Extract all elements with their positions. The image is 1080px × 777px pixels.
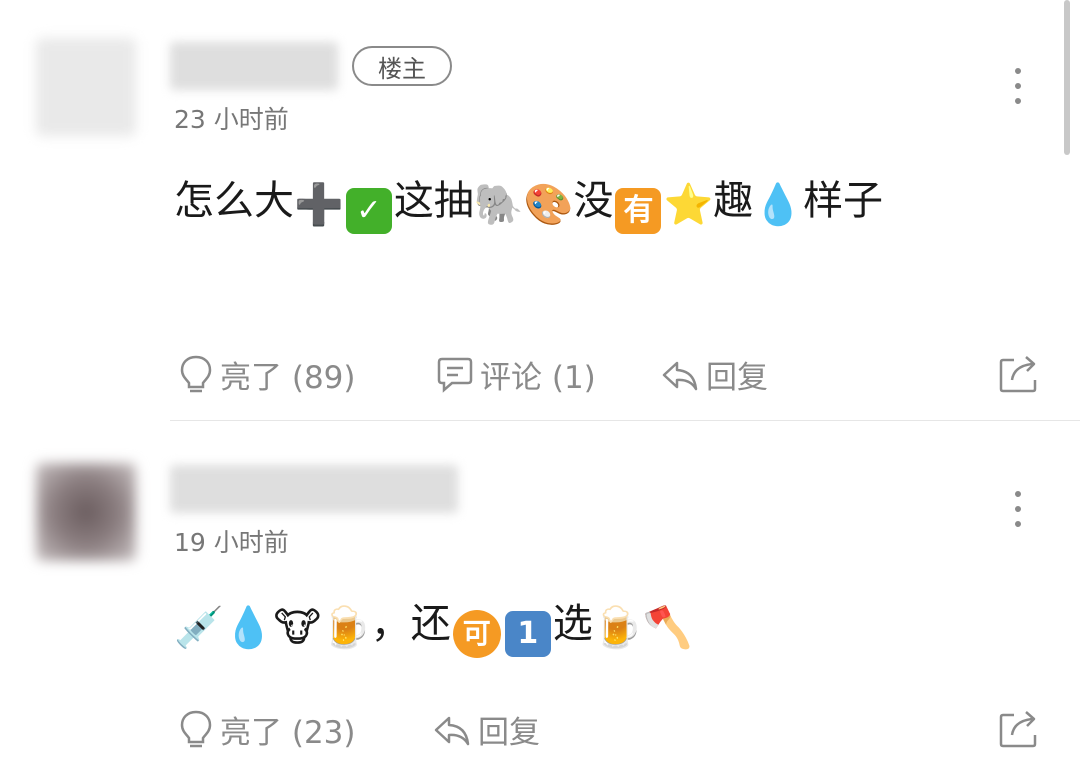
scrollbar[interactable] [1064,0,1070,155]
content-text: ，还 [370,601,451,647]
share-button[interactable] [998,352,1046,394]
keycap-one-emoji: 1 [504,611,551,657]
droplet-emoji: 💧 [753,182,804,228]
comment-item: 楼主 23 小时前 怎么大➕ ✓ 这抽🐘🎨没有 ⭐趣💧样子 亮了 (89) 评论 (1… [0,0,1080,421]
content-text: 样子 [803,178,884,224]
username-blurred[interactable] [170,465,458,513]
comment-item: 19 小时前 💉💧🐮🍺，还可 1 选🍺🪓 亮了 (23) 回复 [0,421,1080,777]
axe-emoji: 🪓 [642,605,693,651]
more-options-button[interactable] [1006,491,1030,527]
comment-content: 怎么大➕ ✓ 这抽🐘🎨没有 ⭐趣💧样子 [174,168,1034,234]
content-text: 趣 [713,178,754,224]
palette-emoji: 🎨 [523,182,574,228]
post-time: 23 小时前 [174,105,289,134]
reply-button[interactable]: 回复 [660,352,768,397]
reply-label: 回复 [706,360,768,396]
avatar[interactable] [36,463,136,561]
like-count-label: 亮了 (23) [220,715,356,751]
like-count-label: 亮了 (89) [220,360,356,396]
plus-emoji: ➕ [294,182,344,228]
lightbulb-icon [180,355,212,392]
reply-button[interactable]: 回复 [432,707,540,752]
syringe-emoji: 💉 [174,605,224,651]
more-options-button[interactable] [1006,68,1030,104]
content-text: 怎么大 [174,178,294,224]
elephant-emoji: 🐘 [473,182,524,228]
like-button[interactable]: 亮了 (89) [178,352,356,397]
beer-mug-emoji: 🍺 [592,605,643,651]
like-button[interactable]: 亮了 (23) [178,707,356,752]
cow-face-emoji: 🐮 [273,605,321,651]
comment-bubble-icon [437,357,473,393]
content-text: 没 [573,178,614,224]
you-emoji: 有 [615,188,662,234]
username-blurred[interactable] [170,42,338,90]
star-emoji: ⭐ [663,182,714,228]
share-button[interactable] [998,707,1046,749]
check-box-emoji: ✓ [345,188,392,234]
share-icon [999,711,1037,748]
droplet-emoji: 💧 [223,605,274,651]
comment-button[interactable]: 评论 (1) [436,352,596,397]
op-badge: 楼主 [352,46,452,86]
beer-mug-emoji: 🍺 [320,605,371,651]
content-text: 选 [552,601,593,647]
reply-arrow-icon [434,716,470,745]
content-text: 这抽 [393,178,474,224]
ke-emoji: 可 [452,610,501,658]
avatar[interactable] [36,38,136,136]
comment-count-label: 评论 (1) [480,360,596,396]
post-time: 19 小时前 [174,528,289,557]
reply-label: 回复 [478,715,540,751]
comment-content: 💉💧🐮🍺，还可 1 选🍺🪓 [174,591,1034,658]
lightbulb-icon [180,710,212,747]
reply-arrow-icon [662,361,698,390]
share-icon [999,356,1037,393]
